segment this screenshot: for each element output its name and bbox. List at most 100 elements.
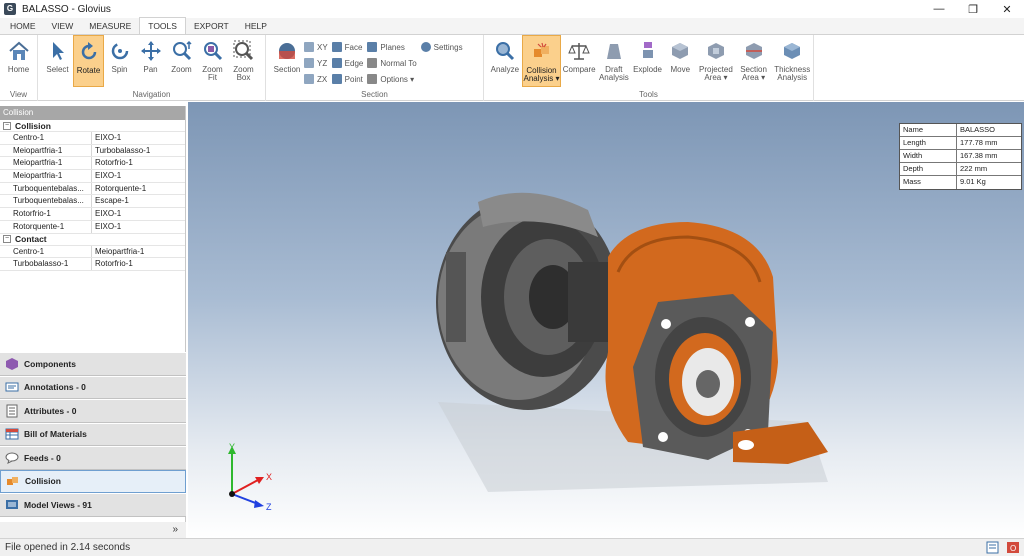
part-a-cell: Turboquentebalas... — [0, 182, 92, 195]
list-item[interactable]: Rotorquente-1 EIXO-1 — [0, 220, 185, 234]
part-a-cell: Turbobalasso-1 — [0, 258, 92, 270]
zoom-button[interactable]: Zoom — [166, 35, 197, 87]
contact-section[interactable]: − Contact — [0, 234, 185, 246]
xy-plane-button[interactable]: XY — [304, 39, 328, 55]
gear-icon — [420, 42, 431, 52]
draft-analysis-button[interactable]: Draft Analysis — [597, 35, 631, 87]
tab-tools[interactable]: TOOLS — [139, 17, 186, 34]
explode-button[interactable]: Explode — [631, 35, 665, 87]
zoom-box-button[interactable]: Zoom Box — [228, 35, 259, 87]
zx-plane-button[interactable]: ZX — [304, 71, 328, 87]
yz-plane-button[interactable]: YZ — [304, 55, 328, 71]
part-b-cell: Meiopartfria-1 — [95, 246, 145, 256]
collision-tab[interactable]: Collision — [0, 469, 186, 493]
restore-button[interactable]: ❐ — [956, 0, 990, 18]
options-button[interactable]: Options ▾ — [367, 71, 416, 87]
settings-button[interactable]: Settings — [420, 39, 463, 55]
table-icon — [4, 427, 20, 441]
more-tabs-button[interactable]: » — [0, 522, 186, 538]
list-item[interactable]: Turboquentebalas... Escape-1 — [0, 195, 185, 209]
select-button[interactable]: Select — [42, 35, 73, 87]
edge-button[interactable]: Edge — [331, 55, 363, 71]
prop-length-row: Length 177.78 mm — [900, 137, 1021, 150]
navigation-group-label: Navigation — [132, 90, 171, 99]
collision-icon — [529, 39, 555, 65]
thickness-analysis-button[interactable]: Thickness Analysis — [771, 35, 813, 87]
tab-home[interactable]: HOME — [2, 18, 44, 34]
projected-area-icon — [703, 38, 729, 64]
normal-to-button[interactable]: Normal To — [367, 55, 417, 71]
compare-button[interactable]: Compare — [561, 35, 597, 87]
3d-viewport[interactable]: Y X Z Name BALASSO Length 177.78 mm Width 1… — [188, 102, 1024, 538]
scale-icon — [566, 38, 592, 64]
z-axis-label: Z — [266, 502, 272, 512]
pan-button[interactable]: Pan — [135, 35, 166, 87]
zoom-fit-button[interactable]: Zoom Fit — [197, 35, 228, 87]
model-views-tab[interactable]: Model Views - 91 — [0, 493, 186, 517]
section-button[interactable]: Section — [270, 35, 304, 87]
chat-icon — [4, 451, 20, 465]
part-b-cell: Rotorfrio-1 — [95, 259, 133, 269]
analyze-icon — [492, 38, 518, 64]
move-button[interactable]: Move — [664, 35, 696, 87]
x-axis-label: X — [266, 472, 272, 482]
spin-button[interactable]: Spin — [104, 35, 135, 87]
tab-measure[interactable]: MEASURE — [81, 18, 139, 34]
planes-button[interactable]: Planes — [367, 39, 416, 55]
list-item[interactable]: Meiopartfria-1 Rotorfrio-1 — [0, 157, 185, 171]
list-item[interactable]: Centro-1 EIXO-1 — [0, 132, 185, 145]
collapse-icon[interactable]: − — [3, 121, 11, 130]
list-item[interactable]: Turbobalasso-1 Rotorfrio-1 — [0, 258, 185, 271]
tab-help[interactable]: HELP — [237, 18, 275, 34]
part-a-cell: Rotorfrio-1 — [0, 208, 92, 220]
collapse-icon[interactable]: − — [3, 235, 11, 243]
projected-area-button[interactable]: Projected Area ▾ — [696, 35, 736, 87]
section-group: Section XY YZ ZX Face Edge Point Planes … — [266, 35, 484, 101]
home-button[interactable]: Home — [3, 35, 34, 87]
rotate-button[interactable]: Rotate — [73, 35, 104, 87]
part-a-cell: Centro-1 — [0, 245, 92, 258]
ribbon: Home View Select Rotate Spin Pan Zoom Zo… — [0, 35, 1024, 101]
face-button[interactable]: Face — [331, 39, 364, 55]
part-b-cell: Rotorfrio-1 — [95, 158, 133, 168]
status-text: File opened in 2.14 seconds — [5, 542, 131, 553]
feeds-tab[interactable]: Feeds - 0 — [0, 446, 186, 470]
list-item[interactable]: Turboquentebalas... Rotorquente-1 — [0, 182, 185, 196]
edge-icon — [331, 58, 342, 68]
window-title: BALASSO - Glovius — [22, 3, 111, 15]
list-item[interactable]: Rotorfrio-1 EIXO-1 — [0, 208, 185, 221]
prop-width-row: Width 167.38 mm — [900, 150, 1021, 163]
part-b-cell: Turbobalasso-1 — [95, 145, 151, 155]
tab-view[interactable]: VIEW — [44, 18, 82, 34]
components-tab[interactable]: Components — [0, 352, 186, 376]
collision-analysis-button[interactable]: Collision Analysis ▾ — [521, 35, 562, 87]
part-a-cell: Meiopartfria-1 — [0, 157, 92, 170]
tab-export[interactable]: EXPORT — [186, 18, 237, 34]
list-item[interactable]: Centro-1 Meiopartfria-1 — [0, 245, 185, 259]
minimize-button[interactable]: — — [922, 0, 956, 18]
attributes-tab[interactable]: Attributes - 0 — [0, 399, 186, 423]
close-button[interactable]: ✕ — [990, 0, 1024, 18]
annotations-tab[interactable]: Annotations - 0 — [0, 375, 186, 399]
section-area-icon — [741, 38, 767, 64]
home-icon — [6, 38, 32, 64]
section-area-button[interactable]: Section Area ▾ — [736, 35, 772, 87]
rotate-icon — [76, 39, 102, 65]
collision-section[interactable]: − Collision — [0, 120, 185, 132]
panel-header: Collision — [0, 106, 185, 120]
point-icon — [331, 74, 342, 84]
document-icon[interactable] — [986, 541, 1000, 554]
pan-icon — [138, 38, 164, 64]
bill-of-materials-tab[interactable]: Bill of Materials — [0, 422, 186, 446]
attributes-icon — [4, 404, 20, 418]
point-button[interactable]: Point — [331, 71, 364, 87]
panel-tabs: Components Annotations - 0 Attributes - … — [0, 352, 186, 517]
office-icon[interactable]: O — [1006, 541, 1020, 554]
list-item[interactable]: Meiopartfria-1 Turbobalasso-1 — [0, 144, 185, 158]
list-item[interactable]: Meiopartfria-1 EIXO-1 — [0, 170, 185, 183]
tools-group-label: Tools — [639, 90, 658, 99]
part-a-cell: Meiopartfria-1 — [0, 144, 92, 157]
analyze-button[interactable]: Analyze — [488, 35, 522, 87]
part-b-cell: EIXO-1 — [95, 221, 122, 231]
planes-icon — [367, 42, 378, 52]
